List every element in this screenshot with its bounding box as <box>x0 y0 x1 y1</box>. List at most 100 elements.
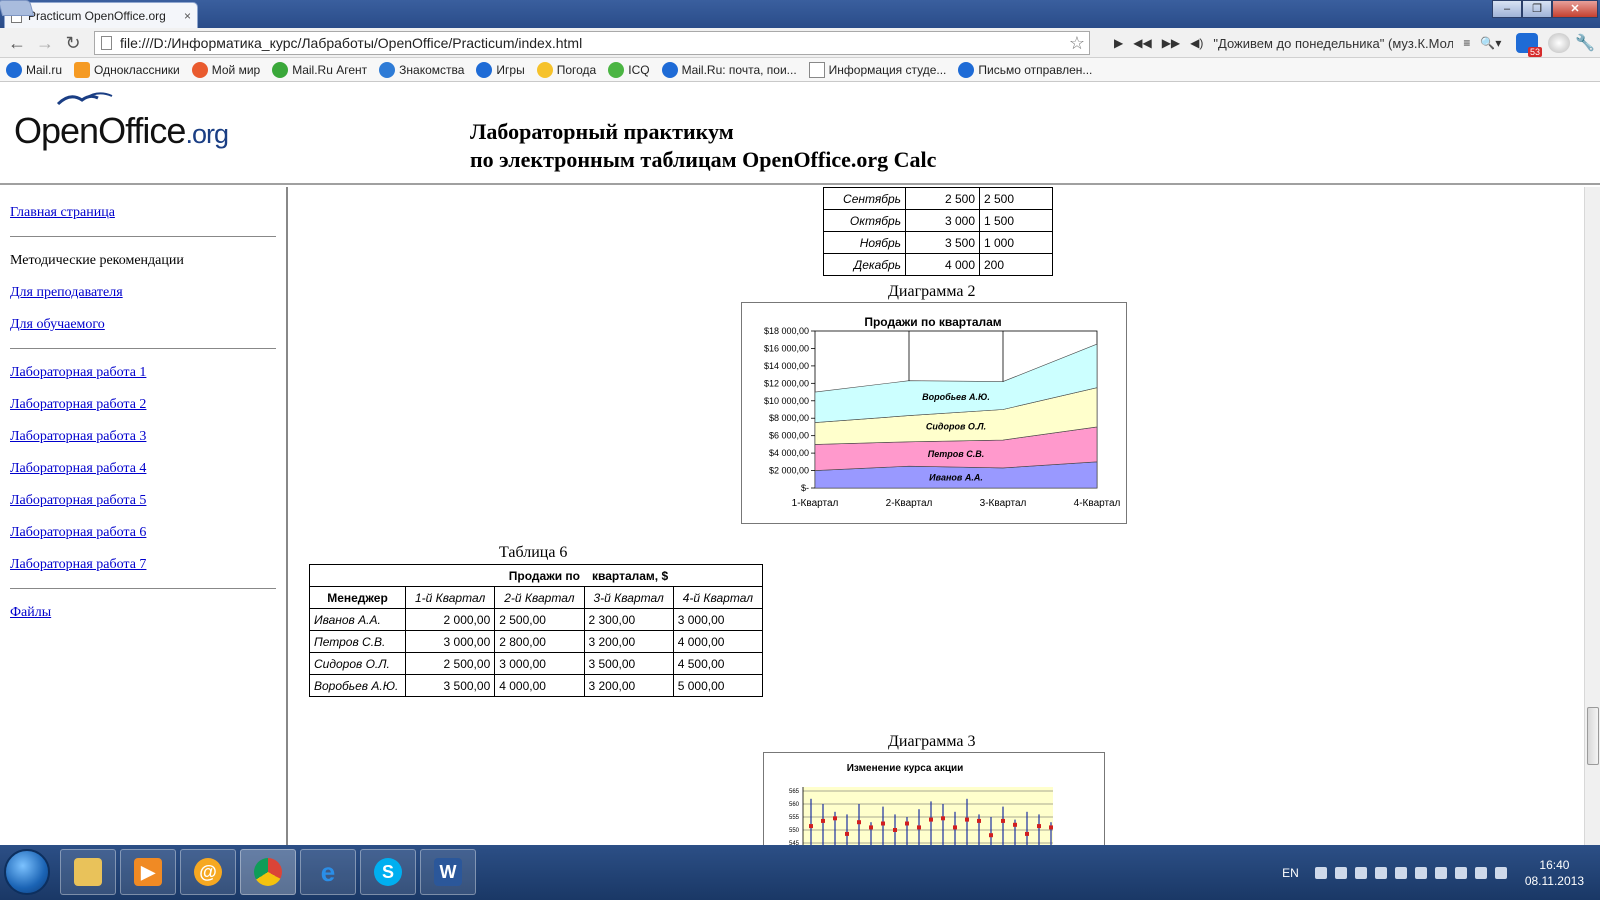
bookmark-item[interactable]: Информация студе... <box>808 61 946 78</box>
new-tab-button[interactable] <box>0 0 35 16</box>
diagram2-caption: Диаграмма 2 <box>888 283 976 300</box>
vertical-scrollbar[interactable] <box>1584 187 1600 845</box>
column-header: Менеджер <box>309 586 406 609</box>
taskbar-mail-agent[interactable]: @ <box>180 849 236 895</box>
extension-icon[interactable] <box>1548 33 1570 53</box>
sidebar-link-lab-5[interactable]: Лабораторная работа 5 <box>10 493 276 509</box>
y-tick-label: $- <box>801 483 809 493</box>
bookmark-item[interactable]: Mail.ru <box>6 61 62 78</box>
taskbar-ie[interactable]: e <box>300 849 356 895</box>
y-tick-label: $16 000,00 <box>764 343 809 353</box>
sidebar-heading-methodical: Методические рекомендации <box>10 253 184 268</box>
tray-app-icon[interactable] <box>1414 866 1427 879</box>
back-icon[interactable]: ← <box>6 32 28 54</box>
close-icon[interactable]: × <box>184 9 191 23</box>
month-table: Сентябрь 2 500 2 500 Октябрь 3 000 1 500 Ноя… <box>823 187 1053 276</box>
sidebar-link-lab-1[interactable]: Лабораторная работа 1 <box>10 365 276 381</box>
signal-icon[interactable] <box>1474 866 1487 879</box>
bookmark-item[interactable]: Знакомства <box>379 61 464 78</box>
address-text: file:///D:/Информатика_курс/Лабработы/Op… <box>120 35 583 51</box>
tray-app-icon[interactable] <box>1394 866 1407 879</box>
reload-icon[interactable]: ↻ <box>62 32 84 54</box>
address-bar[interactable]: file:///D:/Информатика_курс/Лабработы/Op… <box>94 31 1090 55</box>
network-icon[interactable] <box>1334 866 1347 879</box>
close-marker <box>821 818 825 823</box>
diagram3-caption: Диаграмма 3 <box>888 733 976 750</box>
clock-date: 08.11.2013 <box>1524 873 1584 888</box>
skype-icon: S <box>374 858 402 886</box>
help-icon[interactable] <box>1314 866 1327 879</box>
y-tick-label: $2 000,00 <box>769 466 809 476</box>
table-row: Декабрь 4 000 200 <box>823 253 1053 276</box>
rewind-icon[interactable]: ◀◀ <box>1133 36 1151 50</box>
sidebar-link-home[interactable]: Главная страница <box>10 205 276 221</box>
taskbar-word[interactable]: W <box>420 849 476 895</box>
bookmark-item[interactable]: ICQ <box>608 61 650 78</box>
maximize-button[interactable]: ❐ <box>1522 0 1552 18</box>
column-header: 1-й Квартал <box>404 586 496 609</box>
clock[interactable]: 16:40 08.11.2013 <box>1525 857 1584 889</box>
sidebar-link-files[interactable]: Файлы <box>10 605 276 621</box>
close-window-button[interactable]: ✕ <box>1552 0 1598 18</box>
openoffice-logo: OpenOffice.org <box>14 110 229 151</box>
close-marker <box>809 824 813 829</box>
start-button[interactable] <box>4 849 50 895</box>
browser-toolbar: ← → ↻ file:///D:/Информатика_курс/Лабраб… <box>0 28 1600 58</box>
sidebar-link-lab-3[interactable]: Лабораторная работа 3 <box>10 429 276 445</box>
taskbar-media-player[interactable]: ▶ <box>120 849 176 895</box>
flag-icon[interactable] <box>1374 866 1387 879</box>
notification-badge: 53 <box>1527 47 1542 57</box>
wrench-icon[interactable]: 🔧 <box>1574 33 1596 53</box>
bookmark-item[interactable]: Mail.Ru Агент <box>272 61 367 78</box>
menu-icon[interactable]: ≡ <box>1463 36 1470 50</box>
forward-icon[interactable]: → <box>34 32 56 54</box>
sidebar-link-lab-6[interactable]: Лабораторная работа 6 <box>10 525 276 541</box>
bookmark-item[interactable]: Погода <box>536 61 596 78</box>
table-header-row: Продажи по кварталам, $ <box>309 564 763 587</box>
tray-app-icon[interactable] <box>1434 866 1447 879</box>
mail-agent-icon[interactable]: 53 <box>1516 33 1542 57</box>
gulls-logo-icon <box>56 92 113 106</box>
y-tick-label: $8 000,00 <box>769 413 809 423</box>
page-icon <box>101 36 112 50</box>
bookmark-item[interactable]: Мой мир <box>191 61 260 78</box>
close-marker <box>917 825 921 830</box>
bookmark-item[interactable]: Mail.Ru: почта, пои... <box>661 61 797 78</box>
chart-title: Продажи по кварталам <box>864 315 1001 329</box>
close-marker <box>989 833 993 838</box>
close-marker <box>1049 825 1053 830</box>
close-marker <box>1037 824 1041 829</box>
bluetooth-icon[interactable] <box>1354 866 1367 879</box>
site-title: Лабораторный практикум по электронным та… <box>470 118 936 174</box>
close-marker <box>869 825 873 830</box>
taskbar-skype[interactable]: S <box>360 849 416 895</box>
media-player-icon: ▶ <box>134 858 162 886</box>
play-icon[interactable]: ▶ <box>1114 36 1123 50</box>
sidebar-link-student[interactable]: Для обучаемого <box>10 317 276 333</box>
sidebar-link-lab-4[interactable]: Лабораторная работа 4 <box>10 461 276 477</box>
taskbar-explorer[interactable] <box>60 849 116 895</box>
search-icon[interactable]: 🔍▾ <box>1480 36 1501 50</box>
clock-time: 16:40 <box>1539 857 1570 872</box>
series-label: Иванов А.А. <box>929 473 983 483</box>
scrollbar-thumb[interactable] <box>1587 707 1599 765</box>
language-indicator[interactable]: EN <box>1282 866 1299 880</box>
fast-forward-icon[interactable]: ▶▶ <box>1162 36 1180 50</box>
minimize-button[interactable]: – <box>1492 0 1522 18</box>
bookmark-star-icon[interactable]: ☆ <box>1069 33 1085 54</box>
volume-icon[interactable] <box>1494 866 1507 879</box>
y-tick-label: $14 000,00 <box>764 361 809 371</box>
at-icon: @ <box>194 858 222 886</box>
volume-icon[interactable]: ◀) <box>1190 36 1203 50</box>
sidebar-link-lab-2[interactable]: Лабораторная работа 2 <box>10 397 276 413</box>
mailru-icon <box>661 61 678 78</box>
bookmark-item[interactable]: Письмо отправлен... <box>958 61 1092 78</box>
taskbar-chrome[interactable] <box>240 849 296 895</box>
sidebar-link-teacher[interactable]: Для преподавателя <box>10 285 276 301</box>
sidebar-link-lab-7[interactable]: Лабораторная работа 7 <box>10 557 276 573</box>
bookmark-item[interactable]: Одноклассники <box>74 61 180 78</box>
close-marker <box>1025 831 1029 836</box>
tray-app-icon[interactable] <box>1454 866 1467 879</box>
close-marker <box>1001 818 1005 823</box>
bookmark-item[interactable]: Игры <box>476 61 525 78</box>
